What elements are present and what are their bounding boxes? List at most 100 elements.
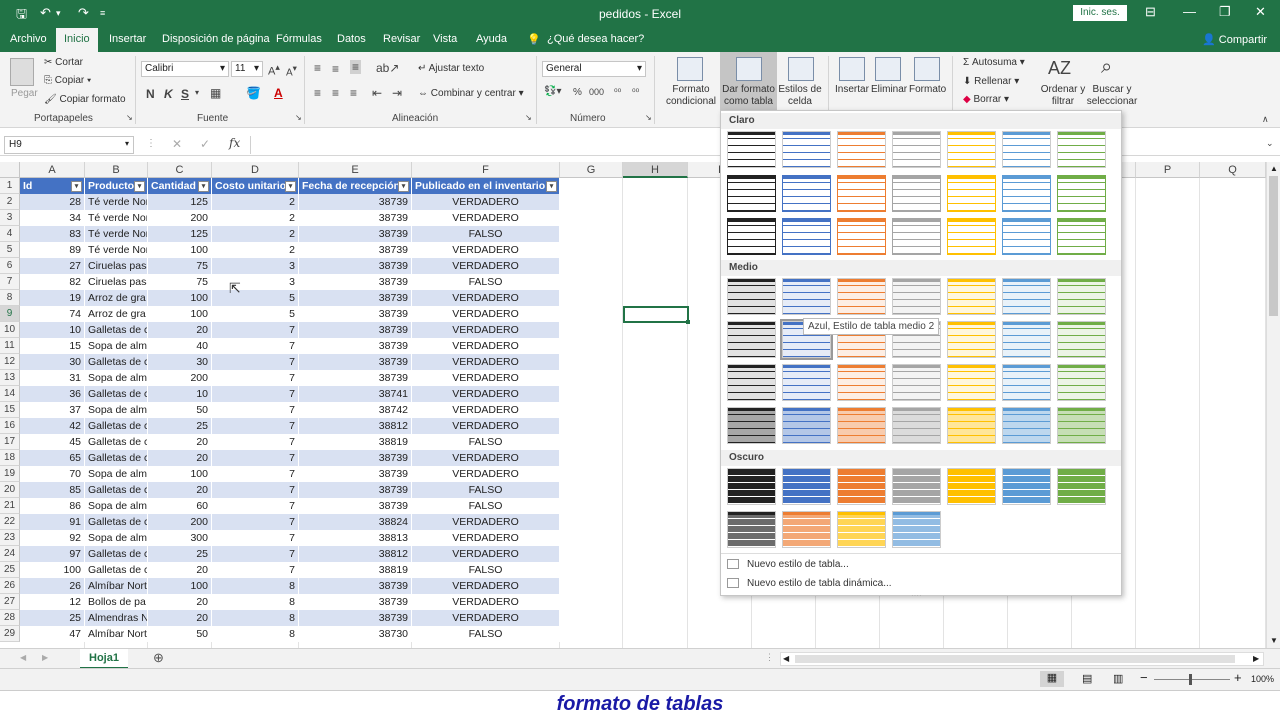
row-header[interactable]: 9 bbox=[0, 306, 20, 322]
delete-cells-button[interactable]: Eliminar bbox=[871, 84, 907, 95]
table-cell[interactable]: 38739 bbox=[299, 306, 412, 322]
table-cell[interactable]: 30 bbox=[20, 354, 85, 370]
table-cell[interactable]: 20 bbox=[148, 610, 212, 626]
table-cell[interactable]: 2 bbox=[212, 242, 299, 258]
tab-archivo[interactable]: Archivo bbox=[10, 33, 47, 45]
table-style-swatch[interactable] bbox=[1057, 218, 1106, 255]
table-style-swatch[interactable] bbox=[782, 364, 831, 401]
table-style-swatch[interactable] bbox=[947, 364, 996, 401]
table-cell[interactable]: 20 bbox=[148, 594, 212, 610]
table-style-swatch[interactable] bbox=[1002, 131, 1051, 168]
table-cell[interactable]: 36 bbox=[20, 386, 85, 402]
table-cell[interactable]: 100 bbox=[148, 306, 212, 322]
table-cell[interactable]: 5 bbox=[212, 290, 299, 306]
vertical-scrollbar[interactable]: ▲ ▼ bbox=[1266, 162, 1280, 648]
table-cell[interactable]: 7 bbox=[212, 386, 299, 402]
table-style-swatch[interactable] bbox=[782, 511, 831, 548]
table-cell[interactable]: Té verde Nor bbox=[85, 226, 148, 242]
table-cell[interactable]: 38812 bbox=[299, 418, 412, 434]
table-cell[interactable]: 2 bbox=[212, 226, 299, 242]
format-cells-icon[interactable] bbox=[914, 57, 940, 81]
table-cell[interactable]: 200 bbox=[148, 370, 212, 386]
delete-cells-icon[interactable] bbox=[875, 57, 901, 81]
zoom-out-icon[interactable]: − bbox=[1140, 670, 1148, 685]
table-cell[interactable]: 10 bbox=[148, 386, 212, 402]
table-cell[interactable]: 38739 bbox=[299, 274, 412, 290]
row-header[interactable]: 26 bbox=[0, 578, 20, 594]
align-right-icon[interactable]: ≡ bbox=[350, 86, 357, 100]
collapse-ribbon-icon[interactable]: ∧ bbox=[1262, 114, 1269, 125]
table-cell[interactable]: Galletas de c bbox=[85, 450, 148, 466]
table-cell[interactable]: FALSO bbox=[412, 482, 560, 498]
table-style-swatch[interactable] bbox=[837, 468, 886, 505]
table-cell[interactable]: 38739 bbox=[299, 498, 412, 514]
table-cell[interactable]: 50 bbox=[148, 626, 212, 642]
table-cell[interactable]: 7 bbox=[212, 530, 299, 546]
row-header[interactable]: 18 bbox=[0, 450, 20, 466]
tab-datos[interactable]: Datos bbox=[337, 33, 366, 45]
table-style-swatch[interactable] bbox=[1057, 278, 1106, 315]
row-header[interactable]: 13 bbox=[0, 370, 20, 386]
table-cell[interactable]: 5 bbox=[212, 306, 299, 322]
normal-view-icon[interactable]: ▦ bbox=[1040, 671, 1064, 687]
table-cell[interactable]: 45 bbox=[20, 434, 85, 450]
table-style-swatch[interactable] bbox=[1057, 175, 1106, 212]
table-cell[interactable]: VERDADERO bbox=[412, 530, 560, 546]
table-cell[interactable]: 38813 bbox=[299, 530, 412, 546]
table-cell[interactable]: Galletas de c bbox=[85, 546, 148, 562]
table-cell[interactable]: 100 bbox=[148, 466, 212, 482]
table-cell[interactable]: 7 bbox=[212, 434, 299, 450]
cell-styles-icon[interactable] bbox=[788, 57, 814, 81]
table-cell[interactable]: 7 bbox=[212, 370, 299, 386]
shrink-font-icon[interactable]: A▾ bbox=[286, 63, 297, 78]
table-cell[interactable]: 7 bbox=[212, 338, 299, 354]
table-style-swatch[interactable] bbox=[837, 175, 886, 212]
column-header-c[interactable]: C bbox=[148, 162, 212, 178]
table-cell[interactable]: 38739 bbox=[299, 290, 412, 306]
table-cell[interactable]: Sopa de alm bbox=[85, 466, 148, 482]
table-cell[interactable]: 20 bbox=[148, 434, 212, 450]
table-cell[interactable]: 38739 bbox=[299, 338, 412, 354]
table-cell[interactable]: VERDADERO bbox=[412, 322, 560, 338]
column-header-h[interactable]: H bbox=[623, 162, 688, 178]
tab-ayuda[interactable]: Ayuda bbox=[476, 33, 507, 45]
table-style-swatch[interactable] bbox=[727, 131, 776, 168]
comma-icon[interactable]: 000 bbox=[589, 87, 604, 97]
table-cell[interactable]: 7 bbox=[212, 466, 299, 482]
table-cell[interactable]: Sopa de alm bbox=[85, 402, 148, 418]
table-cell[interactable]: 7 bbox=[212, 322, 299, 338]
table-style-swatch[interactable] bbox=[892, 278, 941, 315]
table-cell[interactable]: 200 bbox=[148, 210, 212, 226]
table-cell[interactable]: VERDADERO bbox=[412, 402, 560, 418]
table-style-swatch[interactable] bbox=[892, 364, 941, 401]
row-header[interactable]: 10 bbox=[0, 322, 20, 338]
table-cell[interactable]: 20 bbox=[148, 562, 212, 578]
table-cell[interactable]: VERDADERO bbox=[412, 258, 560, 274]
align-top-icon[interactable]: ≡ bbox=[314, 61, 321, 75]
table-cell[interactable]: VERDADERO bbox=[412, 514, 560, 530]
table-style-swatch[interactable] bbox=[1002, 468, 1051, 505]
table-cell[interactable]: 38819 bbox=[299, 434, 412, 450]
select-all-corner[interactable] bbox=[0, 162, 20, 178]
table-cell[interactable]: 42 bbox=[20, 418, 85, 434]
table-cell[interactable]: 7 bbox=[212, 546, 299, 562]
cell-styles-button[interactable]: Estilos de celda bbox=[778, 84, 822, 108]
copy-button[interactable]: ⎘ Copiar ▾ bbox=[44, 75, 91, 86]
tab-formulas[interactable]: Fórmulas bbox=[276, 33, 322, 45]
table-cell[interactable]: 2 bbox=[212, 210, 299, 226]
table-cell[interactable]: 20 bbox=[148, 450, 212, 466]
zoom-slider[interactable] bbox=[1154, 679, 1230, 680]
search-icon[interactable]: ⌕ bbox=[1101, 56, 1112, 79]
table-cell[interactable]: VERDADERO bbox=[412, 242, 560, 258]
table-style-swatch[interactable] bbox=[837, 364, 886, 401]
table-style-swatch[interactable] bbox=[892, 511, 941, 548]
table-cell[interactable]: 38739 bbox=[299, 194, 412, 210]
table-cell[interactable]: 74 bbox=[20, 306, 85, 322]
conditional-format-button[interactable]: Formato condicional bbox=[661, 84, 721, 108]
increase-indent-icon[interactable]: ⇥ bbox=[392, 86, 402, 100]
clear-button[interactable]: ◆ Borrar ▾ bbox=[963, 94, 1009, 105]
table-cell[interactable]: 85 bbox=[20, 482, 85, 498]
table-style-swatch[interactable] bbox=[1002, 407, 1051, 444]
table-cell[interactable]: 38739 bbox=[299, 226, 412, 242]
table-cell[interactable]: 200 bbox=[148, 514, 212, 530]
